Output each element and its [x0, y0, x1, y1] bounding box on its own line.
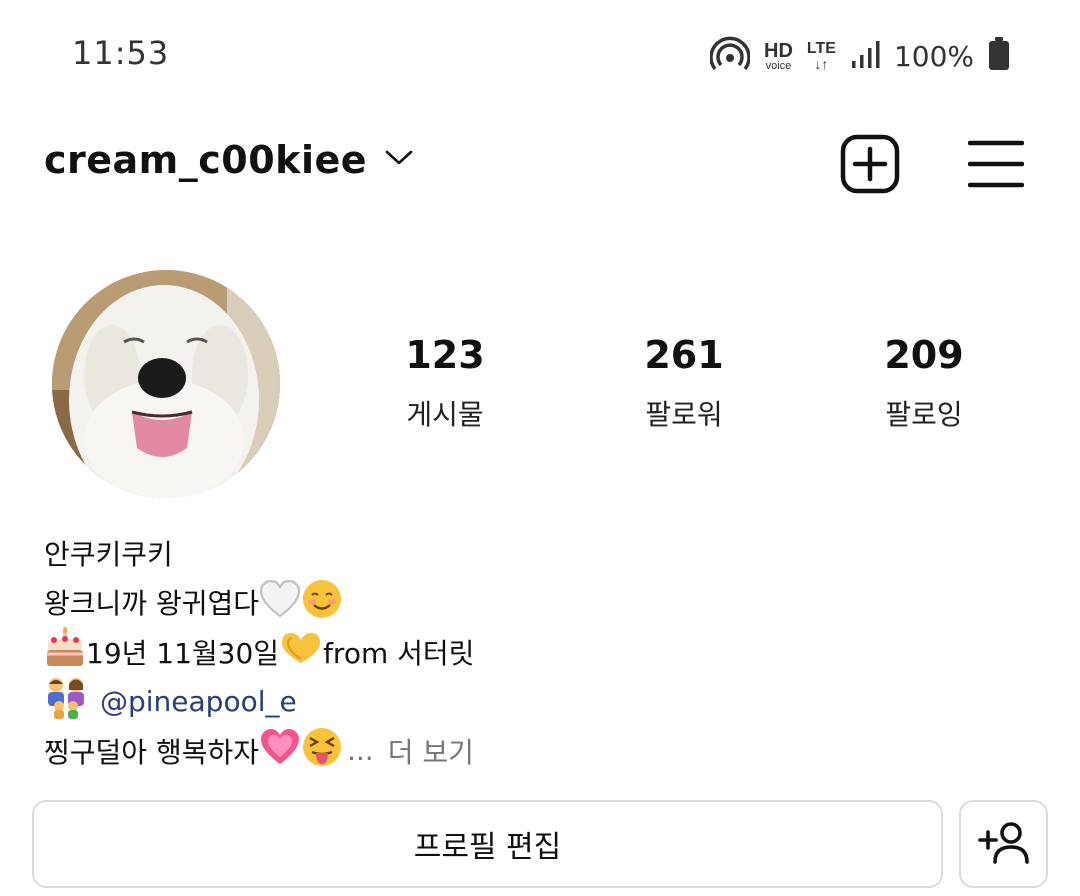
bio-line-2-text: 왕크니까 왕귀엽다 — [44, 587, 259, 621]
dog-photo — [52, 270, 280, 498]
stat-followers[interactable]: 261 팔로워 — [584, 333, 784, 433]
create-post-button[interactable] — [838, 134, 902, 198]
smiling-face-icon — [301, 578, 343, 627]
white-heart-icon — [259, 579, 301, 626]
bio-line-3: 19년 11월30일 from 서터릿 — [44, 627, 1044, 677]
status-icons: HD voice LTE ↓↑ 100% — [709, 34, 1010, 78]
bio-line-3-date: 19년 11월30일 — [86, 636, 280, 670]
status-bar: 11:53 HD voice LTE ↓↑ 100% — [0, 0, 1080, 110]
bio-name: 안쿠키쿠키 — [44, 537, 173, 571]
bio-ellipsis: ... — [346, 734, 374, 768]
discover-people-button[interactable] — [959, 800, 1048, 888]
birthday-cake-icon — [44, 627, 86, 676]
add-person-icon — [977, 820, 1030, 868]
bio-line-2: 왕크니까 왕귀엽다 — [44, 578, 1044, 628]
battery-icon — [988, 37, 1010, 75]
menu-button[interactable] — [964, 134, 1028, 198]
squinting-tongue-face-icon — [301, 726, 343, 775]
hotspot-icon — [709, 36, 751, 76]
lte-indicator: LTE ↓↑ — [806, 40, 836, 72]
growing-heart-icon — [259, 727, 301, 774]
followers-count: 261 — [644, 333, 724, 377]
posts-label: 게시물 — [406, 397, 484, 431]
chevron-down-icon — [385, 149, 413, 171]
edit-profile-button[interactable]: 프로필 편집 — [32, 800, 943, 888]
followers-label: 팔로워 — [645, 397, 723, 431]
username: cream_c00kiee — [44, 138, 368, 182]
following-count: 209 — [884, 333, 964, 377]
account-switcher[interactable]: cream_c00kiee — [44, 138, 413, 182]
bio-line-5-text: 찡구덜아 행복하자 — [44, 735, 259, 769]
plus-square-icon — [840, 134, 900, 198]
following-label: 팔로잉 — [885, 397, 963, 431]
signal-icon — [850, 39, 880, 73]
hd-voice-indicator: HD voice — [764, 39, 793, 72]
bio-line-4: @pineapool_e — [44, 677, 1044, 727]
bio-line-5: 찡구덜아 행복하자 ... 더 보기 — [44, 726, 1044, 776]
see-more-link[interactable]: 더 보기 — [388, 731, 474, 771]
hamburger-menu-icon — [967, 138, 1025, 194]
status-time: 11:53 — [72, 34, 170, 72]
bio-line-3-from: from 서터릿 — [323, 636, 475, 670]
battery-percent: 100% — [893, 39, 974, 73]
bio: 안쿠키쿠키 왕크니까 왕귀엽다 19년 11월30일 from 서터릿 @pin… — [44, 528, 1044, 776]
stat-following[interactable]: 209 팔로잉 — [824, 333, 1024, 433]
heart-hands-icon — [279, 630, 323, 673]
stat-posts[interactable]: 123 게시물 — [345, 333, 545, 433]
family-icon — [44, 676, 88, 727]
posts-count: 123 — [405, 333, 485, 377]
mention-link[interactable]: @pineapool_e — [100, 685, 297, 718]
profile-header: cream_c00kiee — [0, 120, 1080, 210]
avatar[interactable] — [52, 270, 280, 498]
